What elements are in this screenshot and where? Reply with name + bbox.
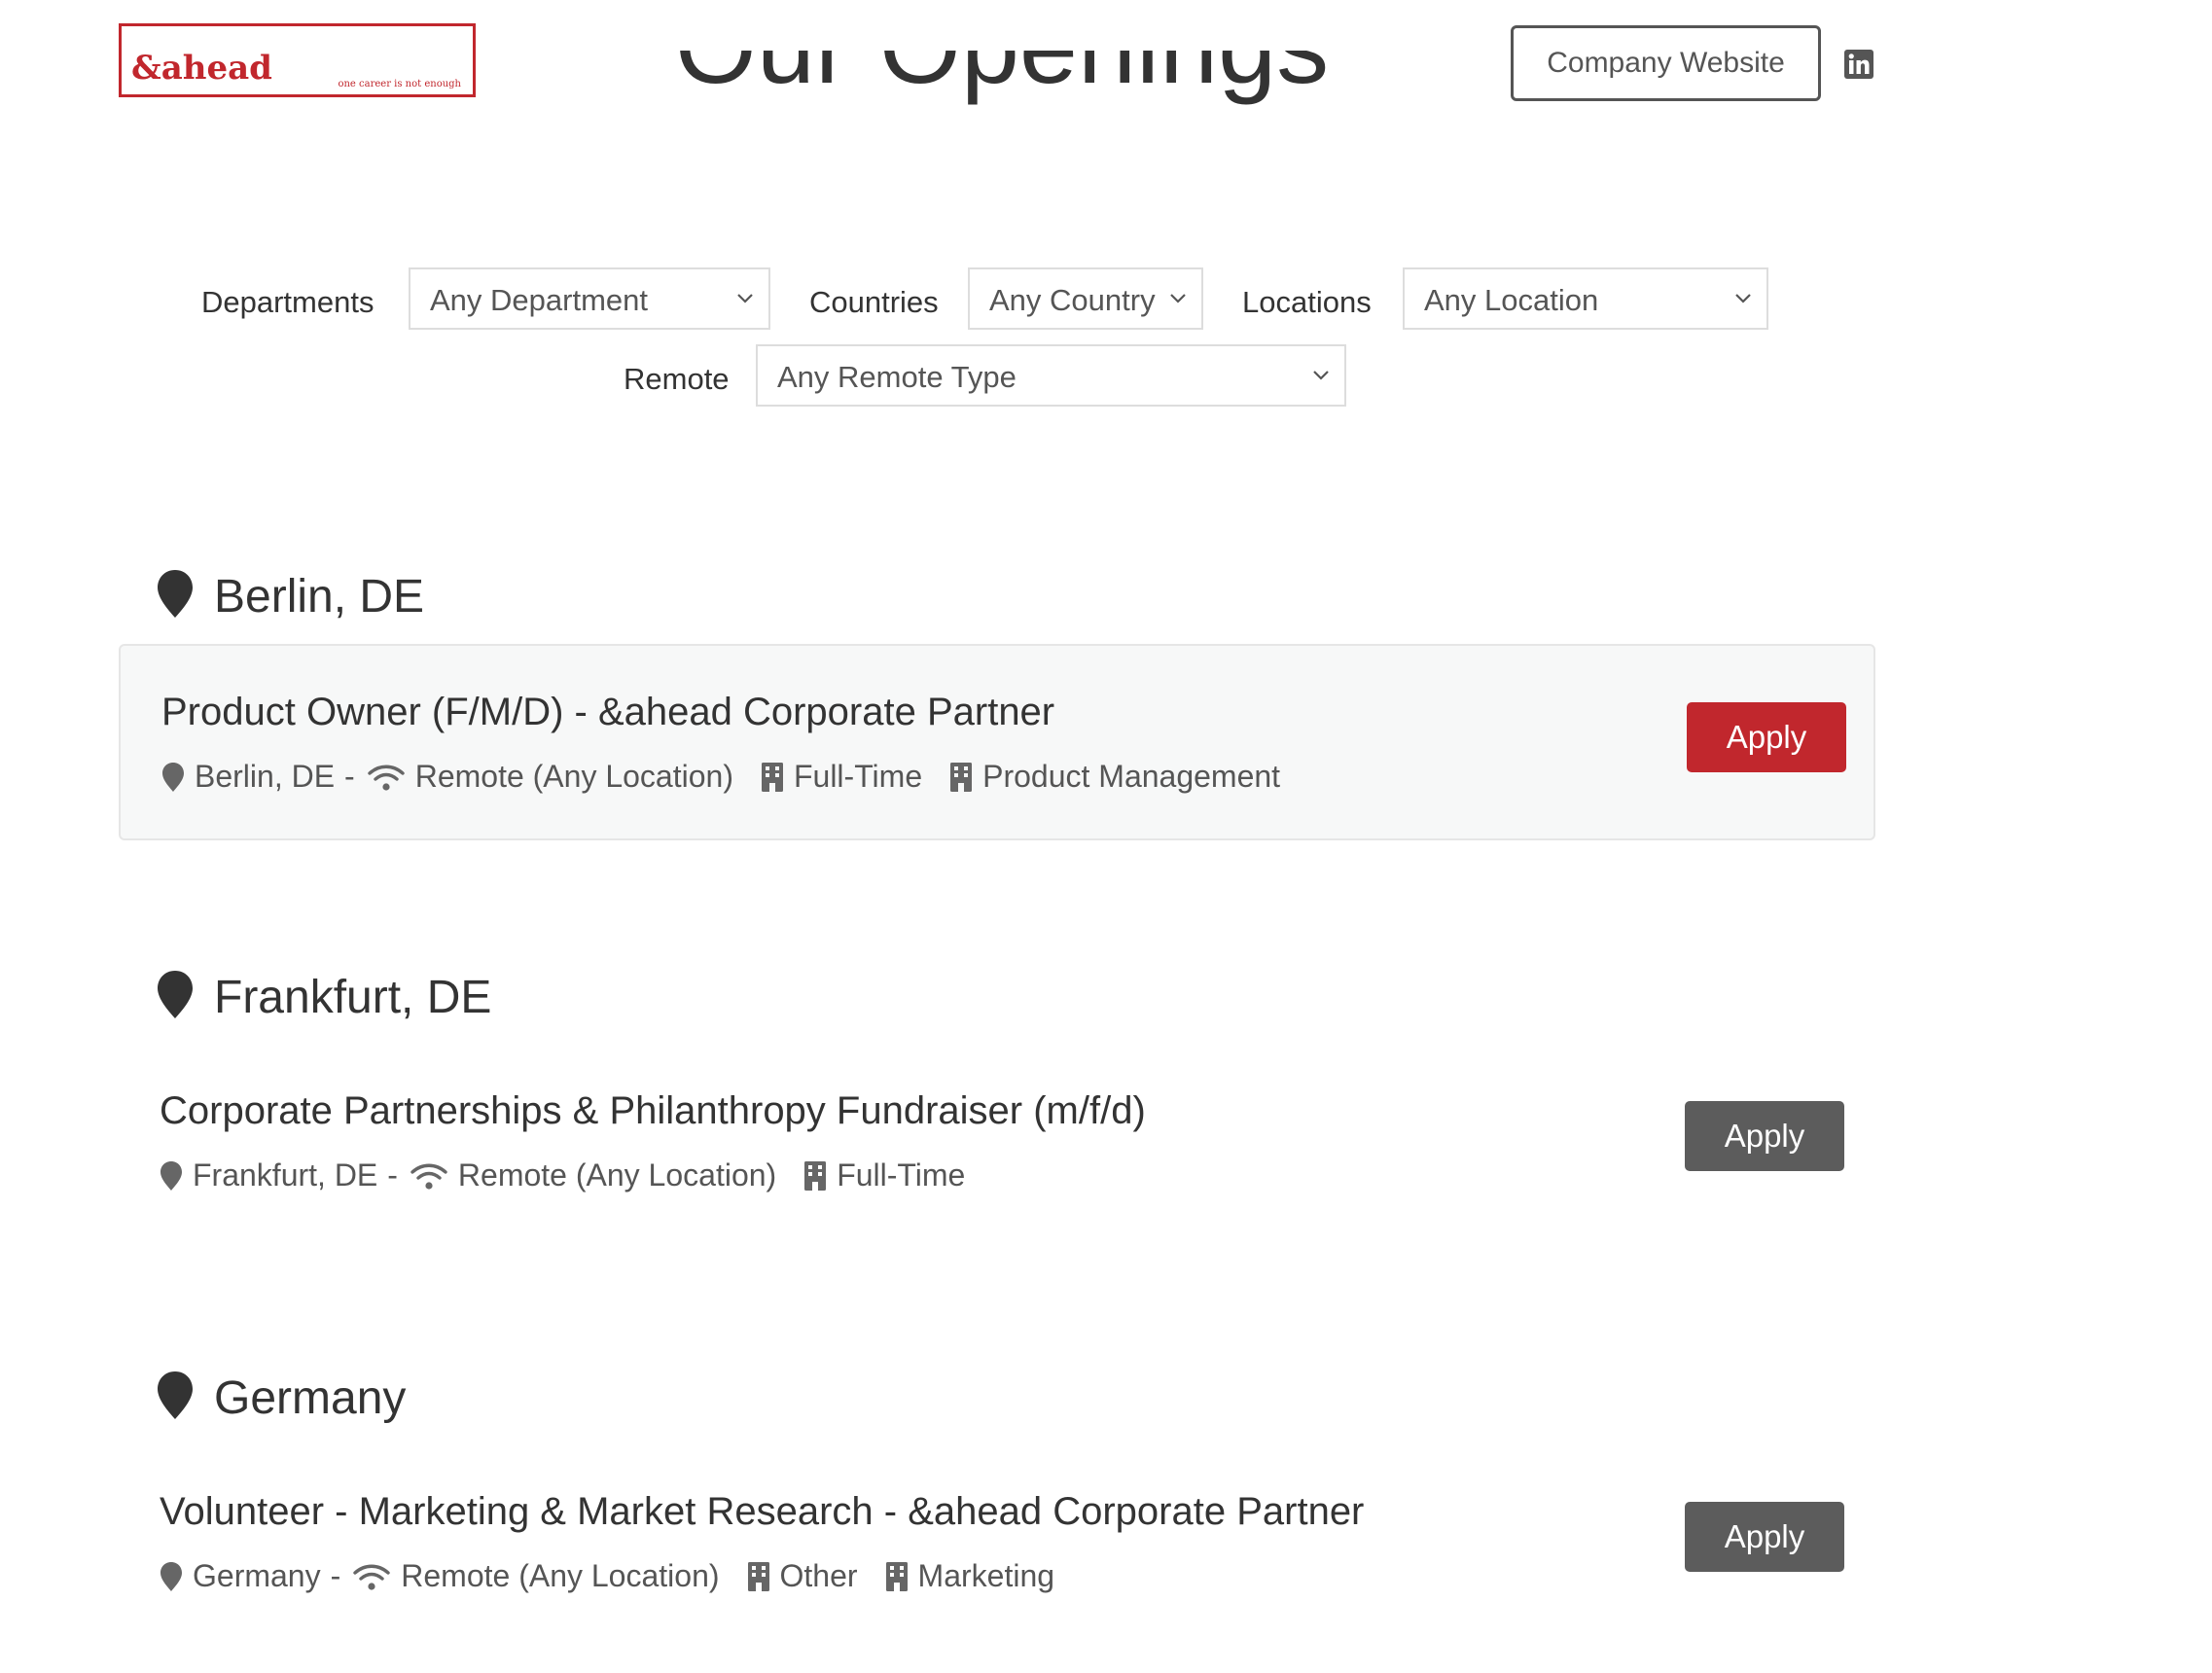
job-remote: Remote (Any Location)	[352, 1558, 720, 1594]
job-type: Full-Time	[803, 1157, 965, 1193]
job-title[interactable]: Product Owner (F/M/D) - &ahead Corporate…	[161, 691, 1054, 734]
map-pin-icon	[161, 1160, 182, 1191]
job-card: Product Owner (F/M/D) - &ahead Corporate…	[119, 644, 1875, 840]
meta-separator: -	[387, 1157, 398, 1192]
building-icon	[950, 762, 973, 792]
wifi-icon	[353, 1564, 390, 1590]
departments-filter-label: Departments	[201, 285, 375, 319]
countries-select[interactable]: Any Country	[968, 267, 1203, 330]
job-title[interactable]: Corporate Partnerships & Philanthropy Fu…	[160, 1089, 1146, 1133]
map-pin-icon	[161, 1561, 182, 1591]
job-title[interactable]: Volunteer - Marketing & Market Research …	[160, 1490, 1364, 1534]
job-remote: Remote (Any Location)	[410, 1157, 776, 1193]
locations-select[interactable]: Any Location	[1403, 267, 1768, 330]
building-icon	[804, 1160, 827, 1191]
building-icon	[747, 1561, 769, 1591]
meta-separator: -	[344, 759, 355, 794]
chevron-down-icon	[1735, 294, 1751, 303]
wifi-icon	[368, 765, 405, 791]
map-pin-icon	[162, 762, 184, 792]
apply-button[interactable]: Apply	[1685, 1502, 1844, 1572]
chevron-down-icon	[1170, 294, 1186, 303]
map-pin-icon	[158, 971, 193, 1018]
remote-filter-label: Remote	[624, 362, 730, 396]
job-type: Other	[747, 1558, 858, 1594]
page-title: Our Openings	[675, 51, 1329, 105]
job-location: Berlin, DE	[161, 759, 335, 795]
building-icon	[885, 1561, 908, 1591]
building-icon	[761, 762, 783, 792]
job-card: Volunteer - Marketing & Market Research …	[119, 1445, 1875, 1642]
meta-separator: -	[330, 1558, 341, 1593]
apply-button[interactable]: Apply	[1685, 1101, 1844, 1171]
chevron-down-icon	[737, 294, 753, 303]
countries-select-value: Any Country	[989, 283, 1156, 317]
locations-filter-label: Locations	[1242, 285, 1372, 319]
departments-select-value: Any Department	[430, 283, 648, 317]
map-pin-icon	[158, 1371, 193, 1419]
wifi-icon	[410, 1163, 447, 1190]
location-heading-label: Germany	[214, 1372, 407, 1424]
departments-select[interactable]: Any Department	[409, 267, 770, 330]
job-location: Germany	[160, 1558, 321, 1594]
job-department: Marketing	[885, 1558, 1054, 1594]
countries-filter-label: Countries	[809, 285, 939, 319]
apply-button[interactable]: Apply	[1687, 702, 1846, 772]
job-remote: Remote (Any Location)	[367, 759, 733, 795]
page-title-wrapper: Our Openings	[0, 51, 2004, 171]
chevron-down-icon	[1313, 371, 1329, 380]
remote-select[interactable]: Any Remote Type	[756, 344, 1346, 407]
remote-select-value: Any Remote Type	[777, 360, 1017, 394]
job-department: Product Management	[949, 759, 1280, 795]
job-location: Frankfurt, DE	[160, 1157, 377, 1193]
job-meta: Frankfurt, DE - Remote (Any Location) Fu…	[160, 1157, 992, 1193]
job-meta: Berlin, DE - Remote (Any Location) Full-…	[161, 759, 1307, 795]
job-type: Full-Time	[761, 759, 922, 795]
location-heading-label: Berlin, DE	[214, 571, 425, 623]
map-pin-icon	[158, 570, 193, 618]
job-meta: Germany - Remote (Any Location) Other Ma…	[160, 1558, 1082, 1594]
locations-select-value: Any Location	[1424, 283, 1599, 317]
location-heading-label: Frankfurt, DE	[214, 972, 492, 1023]
job-card: Corporate Partnerships & Philanthropy Fu…	[119, 1045, 1875, 1241]
